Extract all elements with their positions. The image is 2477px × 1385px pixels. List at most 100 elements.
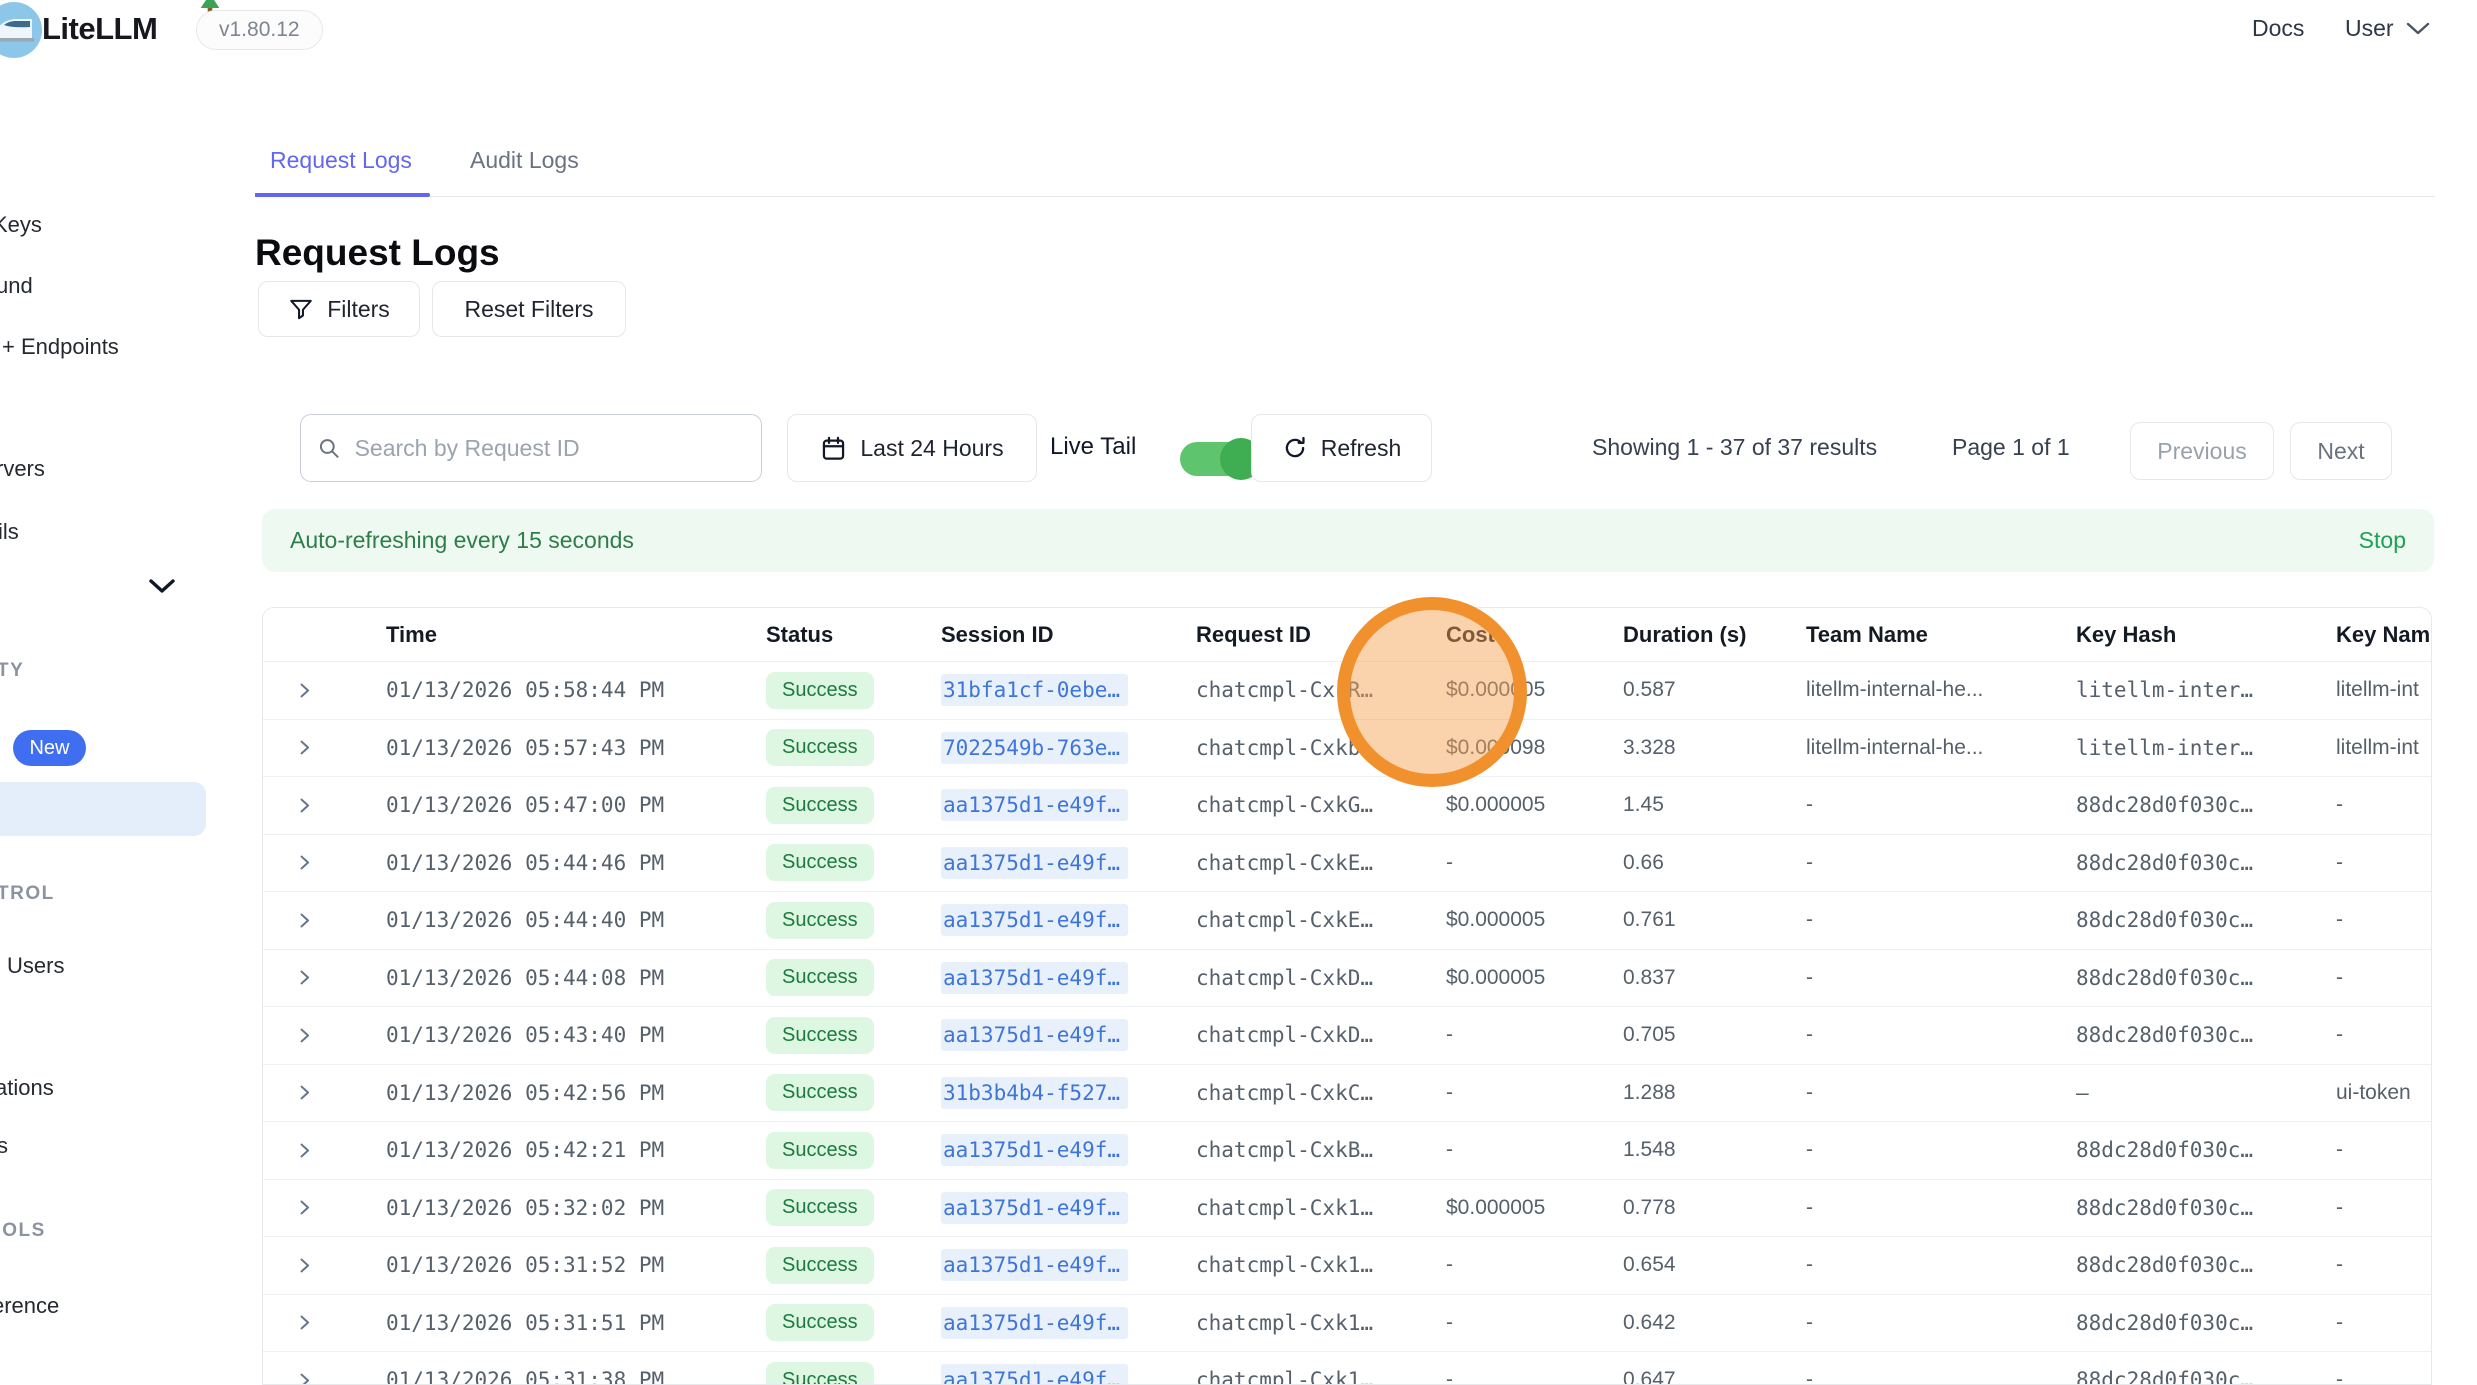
request-id-cell: chatcmpl-Cxk1… (1196, 1196, 1446, 1220)
chevron-right-icon (295, 1371, 314, 1385)
status-cell: Success (766, 1074, 941, 1111)
sidebar-item-api-reference[interactable]: erence (0, 1293, 59, 1319)
expand-row-button[interactable] (263, 1026, 386, 1045)
docs-link[interactable]: Docs (2252, 15, 2304, 42)
time-range-button[interactable]: Last 24 Hours (787, 414, 1037, 482)
expand-row-button[interactable] (263, 968, 386, 987)
session-id-cell: aa1375d1-e49f… (941, 904, 1196, 936)
expand-row-button[interactable] (263, 1371, 386, 1385)
sidebar-item-models-endpoints[interactable]: + Endpoints (2, 334, 119, 360)
expand-row-button[interactable] (263, 738, 386, 757)
status-cell: Success (766, 902, 941, 939)
key-hash-cell: 88dc28d0f030c… (2076, 1138, 2336, 1162)
sidebar-item-users[interactable]: Users (7, 953, 64, 979)
session-id-link[interactable]: 7022549b-763e… (941, 732, 1128, 764)
key-hash-cell: 88dc28d0f030c… (2076, 1253, 2336, 1277)
table-row: 01/13/2026 05:58:44 PMSuccess31bfa1cf-0e… (263, 661, 2431, 719)
time-cell: 01/13/2026 05:43:40 PM (386, 1023, 766, 1047)
session-id-link[interactable]: 31bfa1cf-0ebe… (941, 674, 1128, 706)
chevron-right-icon (295, 681, 314, 700)
sidebar-item-organizations[interactable]: ations (0, 1075, 54, 1101)
session-id-cell: aa1375d1-e49f… (941, 847, 1196, 879)
cost-cell: - (1446, 1081, 1623, 1105)
tab-request-logs[interactable]: Request Logs (270, 147, 412, 174)
expand-row-button[interactable] (263, 1313, 386, 1332)
stop-auto-refresh-button[interactable]: Stop (2359, 527, 2406, 554)
tab-audit-logs[interactable]: Audit Logs (470, 147, 579, 174)
column-header-duration: Duration (s) (1623, 622, 1806, 648)
status-badge: Success (766, 959, 874, 996)
status-cell: Success (766, 1132, 941, 1169)
key-name-cell: - (2336, 1253, 2431, 1277)
duration-cell: 3.328 (1623, 736, 1806, 760)
reset-filters-button[interactable]: Reset Filters (432, 281, 626, 337)
session-id-link[interactable]: aa1375d1-e49f… (941, 962, 1128, 994)
chevron-down-icon[interactable] (148, 578, 176, 595)
team-name-cell: - (1806, 908, 2076, 932)
sidebar-item-mcp-servers[interactable]: rvers (0, 456, 45, 482)
status-cell: Success (766, 844, 941, 881)
next-page-button[interactable]: Next (2290, 422, 2392, 480)
table-row: 01/13/2026 05:42:56 PMSuccess31b3b4b4-f5… (263, 1064, 2431, 1122)
chevron-right-icon (295, 1083, 314, 1102)
sidebar-item-playground[interactable]: und (0, 273, 33, 299)
key-hash-cell: 88dc28d0f030c… (2076, 851, 2336, 875)
expand-row-button[interactable] (263, 796, 386, 815)
status-badge: Success (766, 844, 874, 881)
session-id-link[interactable]: aa1375d1-e49f… (941, 1364, 1128, 1385)
time-cell: 01/13/2026 05:42:56 PM (386, 1081, 766, 1105)
version-badge: v1.80.12 (196, 10, 323, 50)
column-header-key-hash: Key Hash (2076, 622, 2336, 648)
key-name-cell: - (2336, 966, 2431, 990)
filters-label: Filters (327, 296, 390, 323)
expand-row-button[interactable] (263, 853, 386, 872)
duration-cell: 0.778 (1623, 1196, 1806, 1220)
search-input[interactable] (353, 434, 745, 463)
expand-row-button[interactable] (263, 911, 386, 930)
session-id-link[interactable]: aa1375d1-e49f… (941, 847, 1128, 879)
sidebar-item-keys[interactable]: Keys (0, 212, 42, 238)
duration-cell: 0.587 (1623, 678, 1806, 702)
session-id-link[interactable]: 31b3b4b4-f527… (941, 1077, 1128, 1109)
table-row: 01/13/2026 05:42:21 PMSuccessaa1375d1-e4… (263, 1121, 2431, 1179)
sidebar-item-teams[interactable]: s (0, 1133, 8, 1159)
duration-cell: 1.45 (1623, 793, 1806, 817)
team-name-cell: - (1806, 1081, 2076, 1105)
time-cell: 01/13/2026 05:31:51 PM (386, 1311, 766, 1335)
reset-filters-label: Reset Filters (464, 296, 593, 323)
expand-row-button[interactable] (263, 1256, 386, 1275)
request-logs-table: Time Status Session ID Request ID Cost D… (262, 607, 2432, 1385)
auto-refresh-banner: Auto-refreshing every 15 seconds Stop (262, 509, 2434, 572)
status-cell: Success (766, 959, 941, 996)
team-name-cell: - (1806, 1253, 2076, 1277)
request-id-cell: chatcmpl-Cxkb… (1196, 736, 1446, 760)
session-id-link[interactable]: aa1375d1-e49f… (941, 1307, 1128, 1339)
sidebar-item-guardrails[interactable]: ils (0, 519, 19, 545)
session-id-link[interactable]: aa1375d1-e49f… (941, 1192, 1128, 1224)
expand-row-button[interactable] (263, 1083, 386, 1102)
time-cell: 01/13/2026 05:42:21 PM (386, 1138, 766, 1162)
duration-cell: 0.654 (1623, 1253, 1806, 1277)
session-id-link[interactable]: aa1375d1-e49f… (941, 1134, 1128, 1166)
chevron-right-icon (295, 968, 314, 987)
status-badge: Success (766, 1362, 874, 1385)
filters-button[interactable]: Filters (258, 281, 420, 337)
expand-row-button[interactable] (263, 1198, 386, 1217)
expand-row-button[interactable] (263, 1141, 386, 1160)
user-menu[interactable]: User (2345, 15, 2430, 42)
session-id-link[interactable]: aa1375d1-e49f… (941, 1249, 1128, 1281)
expand-row-button[interactable] (263, 681, 386, 700)
sidebar-item-selected-logs[interactable] (0, 782, 206, 836)
session-id-link[interactable]: aa1375d1-e49f… (941, 904, 1128, 936)
status-badge: Success (766, 1304, 874, 1341)
chevron-right-icon (295, 796, 314, 815)
key-name-cell: ui-token (2336, 1081, 2431, 1105)
live-tail-toggle[interactable] (1180, 442, 1254, 476)
previous-page-button[interactable]: Previous (2130, 422, 2274, 480)
refresh-icon (1282, 435, 1308, 461)
request-id-cell: chatcmpl-CxkE… (1196, 851, 1446, 875)
refresh-button[interactable]: Refresh (1251, 414, 1432, 482)
team-name-cell: - (1806, 1023, 2076, 1047)
session-id-link[interactable]: aa1375d1-e49f… (941, 789, 1128, 821)
session-id-link[interactable]: aa1375d1-e49f… (941, 1019, 1128, 1051)
